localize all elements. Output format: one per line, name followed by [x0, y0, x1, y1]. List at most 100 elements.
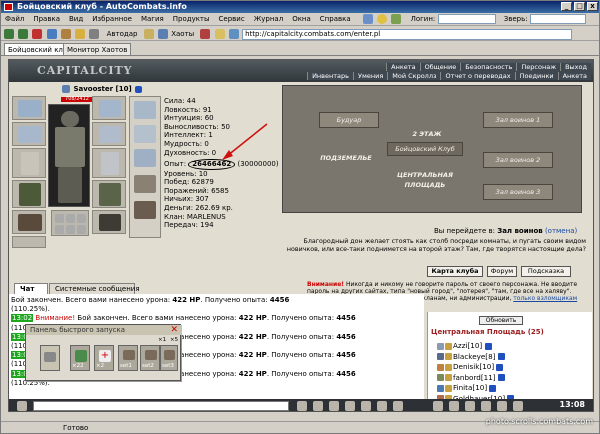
refresh-icon[interactable]	[46, 29, 57, 39]
nav-anketa[interactable]: Анкета	[386, 63, 420, 71]
nav-fights[interactable]: Поединки	[514, 72, 558, 80]
club-map-button[interactable]: Карта клуба	[427, 266, 483, 277]
stop-icon[interactable]	[32, 29, 43, 39]
mail-icon[interactable]	[465, 401, 475, 411]
forum-button[interactable]: Форум	[487, 266, 517, 277]
nav-inventory[interactable]: Инвентарь	[307, 72, 353, 80]
info-icon[interactable]	[484, 342, 492, 350]
amulet-slot[interactable]	[92, 96, 126, 120]
move-cancel-link[interactable]: (отмена)	[545, 227, 577, 235]
fight-icon[interactable]	[433, 401, 443, 411]
login-field[interactable]	[437, 14, 496, 24]
player-name[interactable]: fanbord	[453, 373, 481, 382]
nav-character[interactable]: Персонаж	[516, 63, 561, 71]
room-fight-club[interactable]: Бойцовский Клуб	[387, 142, 463, 156]
player-row[interactable]: Finita[10]	[437, 383, 497, 392]
settings-icon[interactable]	[497, 401, 507, 411]
chat-timestamp[interactable]: 13:02	[11, 314, 34, 323]
user-icon[interactable]	[362, 14, 373, 24]
tab-haot-monitor[interactable]: Монитор Хаотов	[63, 43, 132, 55]
menu-journal[interactable]: Журнал	[254, 15, 283, 23]
menu-file[interactable]: Файл	[5, 15, 24, 23]
exit-icon[interactable]	[513, 401, 523, 411]
nav-transfers[interactable]: Отчет о переводах	[440, 72, 515, 80]
star-icon[interactable]	[75, 29, 86, 39]
hand-icon[interactable]	[345, 401, 355, 411]
weapon-slot[interactable]	[12, 148, 46, 178]
menu-products[interactable]: Продукты	[173, 15, 210, 23]
room-warriors-1[interactable]: Зал воинов 1	[483, 112, 553, 128]
tools-icon[interactable]	[89, 29, 100, 39]
armor-slot[interactable]	[12, 180, 46, 208]
nav-security[interactable]: Безопасность	[460, 63, 517, 71]
character-name[interactable]: Savooster	[73, 85, 113, 93]
player-name[interactable]: Denisik	[453, 362, 479, 371]
rune-slots[interactable]	[129, 96, 161, 238]
info-icon[interactable]	[496, 363, 504, 371]
menu-windows[interactable]: Окна	[292, 15, 311, 23]
player-name[interactable]: Finita	[453, 383, 472, 392]
nav-anketa-2[interactable]: Анкета	[557, 72, 591, 80]
menu-favorites[interactable]: Избранное	[92, 15, 132, 23]
pants-slot[interactable]	[92, 180, 126, 208]
nav-skills[interactable]: Умения	[352, 72, 388, 80]
forward-icon[interactable]	[18, 29, 29, 39]
close-icon[interactable]: ✕	[170, 325, 178, 335]
hint-button[interactable]: Подсказка	[521, 266, 571, 277]
quick-slot-scroll[interactable]	[40, 345, 60, 371]
info-icon[interactable]	[497, 353, 505, 360]
coin-icon[interactable]	[214, 29, 225, 39]
hauts-button[interactable]: Хаоты	[171, 30, 194, 38]
menu-help[interactable]: Справка	[320, 15, 351, 23]
scroll-icon[interactable]	[361, 401, 371, 411]
menu-magic[interactable]: Магия	[141, 15, 164, 23]
menu-service[interactable]: Сервис	[219, 15, 245, 23]
room-dungeon[interactable]: ПОДЗЕМЕЛЬЕ	[311, 152, 381, 166]
trade-icon[interactable]	[449, 401, 459, 411]
haut-icon[interactable]	[157, 29, 168, 39]
quick-slot-heal[interactable]: + ×2	[94, 345, 114, 371]
quick-slot-set3[interactable]: set3	[160, 345, 178, 371]
bracer-slot[interactable]	[12, 122, 46, 146]
home-icon[interactable]	[60, 29, 71, 39]
player-name[interactable]: Azzi	[453, 341, 467, 350]
player-name[interactable]: Blackeye	[453, 352, 485, 361]
info-icon[interactable]	[489, 384, 497, 392]
quick-slot-set1[interactable]: set1	[118, 345, 138, 371]
player-row[interactable]: fanbord[11]	[437, 373, 506, 382]
smiley-icon[interactable]	[377, 14, 388, 24]
tab-chat[interactable]: Чат	[14, 283, 48, 294]
tab-system-messages[interactable]: Системные сообщения	[49, 283, 140, 294]
helm-slot[interactable]	[12, 96, 46, 120]
quick-slot-set2[interactable]: set2	[140, 345, 160, 371]
menu-edit[interactable]: Правка	[33, 15, 60, 23]
small-slots[interactable]	[51, 210, 89, 236]
close-button[interactable]: x	[587, 2, 598, 11]
ring-slot[interactable]	[12, 236, 46, 248]
room-central-square[interactable]: ЦЕНТРАЛЬНАЯ ПЛОЩАДЬ	[387, 170, 463, 192]
boots-slot[interactable]	[92, 210, 126, 234]
belt-slot[interactable]	[12, 210, 46, 234]
send-icon[interactable]	[297, 401, 307, 411]
room-warriors-2[interactable]: Зал воинов 2	[483, 152, 553, 168]
shield-slot[interactable]	[92, 148, 126, 178]
nav-communication[interactable]: Общение	[419, 63, 461, 71]
player-row[interactable]: Azzi[10]	[437, 341, 493, 350]
maximize-button[interactable]: □	[574, 2, 585, 11]
info-icon[interactable]	[135, 85, 143, 93]
clan-icon[interactable]	[391, 14, 402, 24]
chat-input[interactable]	[33, 401, 289, 411]
player-row[interactable]: Denisik[10]	[437, 362, 504, 371]
room-2nd-floor[interactable]: 2 ЭТАЖ	[397, 128, 457, 142]
clear-icon[interactable]	[313, 401, 323, 411]
refresh-button[interactable]: Обновить	[479, 316, 523, 325]
warning-link[interactable]: только взломщикам	[513, 295, 577, 302]
speaker-icon[interactable]	[377, 401, 387, 411]
address-bar[interactable]: http://capitalcity.combats.com/enter.pl	[242, 28, 573, 40]
menu-view[interactable]: Вид	[69, 15, 83, 23]
gear-icon[interactable]	[143, 29, 154, 39]
heart-icon[interactable]	[200, 29, 211, 39]
smiley-icon[interactable]	[17, 401, 27, 411]
nav-scrolls[interactable]: Мой Скроллз	[387, 72, 441, 80]
info-icon[interactable]	[497, 374, 505, 381]
